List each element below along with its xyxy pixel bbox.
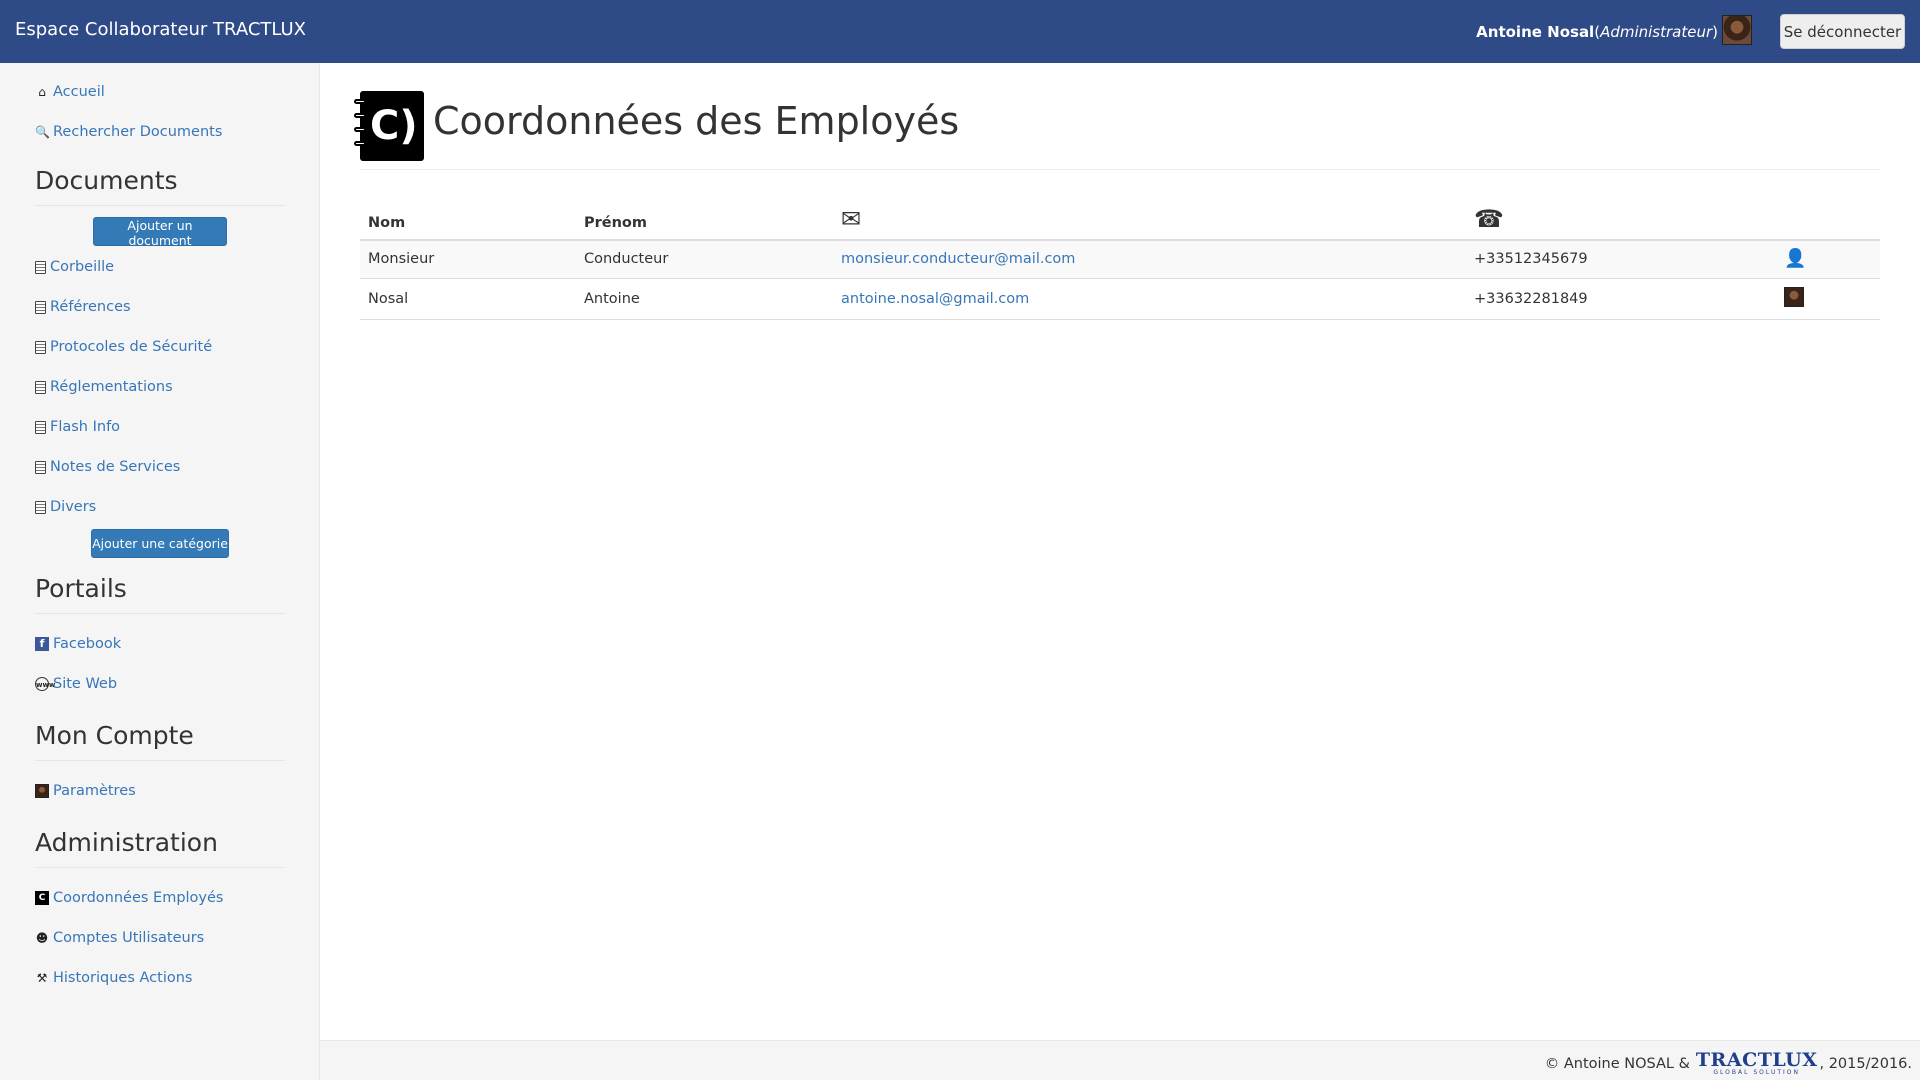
- cell-prenom: Antoine: [576, 278, 833, 320]
- cell-avatar: [1776, 278, 1880, 320]
- sidebar-item-label: Historiques Actions: [53, 970, 193, 986]
- sidebar-item-label: Notes de Services: [50, 459, 181, 475]
- sidebar-item-label: Site Web: [53, 676, 118, 692]
- table-row: Nosal Antoine antoine.nosal@gmail.com +3…: [360, 278, 1880, 320]
- column-header-phone[interactable]: ☎: [1466, 197, 1776, 241]
- sidebar-item-website[interactable]: www Site Web: [35, 674, 117, 694]
- contacts-book-icon: C): [354, 91, 424, 161]
- home-icon: ⌂: [38, 85, 46, 99]
- sidebar-item-action-history[interactable]: ⚒ Historiques Actions: [35, 968, 193, 988]
- sidebar-item-label: Coordonnées Employés: [53, 890, 224, 906]
- footer-prefix: © Antoine NOSAL &: [1544, 1055, 1690, 1072]
- sidebar-item-label: Rechercher Documents: [53, 124, 223, 140]
- document-icon: [35, 260, 46, 274]
- document-icon: [35, 500, 46, 514]
- document-icon: [35, 300, 46, 314]
- cell-avatar: 👤: [1776, 240, 1880, 279]
- cell-email: antoine.nosal@gmail.com: [833, 278, 1466, 320]
- current-user: Antoine Nosal ( Administrateur ): [1476, 15, 1752, 45]
- footer: © Antoine NOSAL & TRACTLUX GLOBAL SOLUTI…: [320, 1040, 1920, 1080]
- column-header-prenom[interactable]: Prénom: [576, 197, 833, 241]
- contacts-book-icon: C: [35, 891, 49, 905]
- sidebar-item-protocoles[interactable]: Protocoles de Sécurité: [35, 337, 212, 357]
- users-icon: ☻: [35, 931, 49, 945]
- sidebar-item-label: Flash Info: [50, 419, 121, 435]
- column-header-nom[interactable]: Nom: [360, 197, 576, 241]
- sidebar-item-flash-info[interactable]: Flash Info: [35, 417, 120, 437]
- avatar: [1722, 15, 1752, 45]
- document-icon: [35, 420, 46, 434]
- sidebar-item-user-accounts[interactable]: ☻ Comptes Utilisateurs: [35, 928, 205, 948]
- sidebar-item-label: Protocoles de Sécurité: [50, 339, 213, 355]
- logout-button[interactable]: Se déconnecter: [1780, 14, 1905, 49]
- sidebar-item-home[interactable]: ⌂ Accueil: [35, 82, 105, 102]
- facebook-icon: f: [35, 637, 49, 651]
- table-header-row: Nom Prénom ✉ ☎: [360, 197, 1880, 241]
- cell-phone: +33632281849: [1466, 278, 1776, 320]
- sidebar-item-settings[interactable]: Paramètres: [35, 781, 136, 801]
- sidebar-item-label: Accueil: [53, 84, 105, 100]
- user-role-close: ): [1712, 23, 1718, 41]
- user-role: Administrateur: [1600, 23, 1713, 41]
- sidebar-item-divers[interactable]: Divers: [35, 497, 96, 517]
- footer-copyright: © Antoine NOSAL & TRACTLUX GLOBAL SOLUTI…: [1545, 1051, 1912, 1076]
- top-navbar: Espace Collaborateur TRACTLUX Antoine No…: [0, 0, 1920, 63]
- add-document-button[interactable]: Ajouter un document: [93, 217, 227, 248]
- cell-email: monsieur.conducteur@mail.com: [833, 240, 1466, 279]
- tractlux-logo: TRACTLUX GLOBAL SOLUTION: [1695, 1049, 1818, 1076]
- sidebar-item-references[interactable]: Références: [35, 297, 131, 317]
- user-photo-icon: [35, 784, 49, 798]
- table-row: Monsieur Conducteur monsieur.conducteur@…: [360, 240, 1880, 279]
- sidebar-item-label: Divers: [50, 499, 97, 515]
- footer-suffix: , 2015/2016.: [1819, 1055, 1912, 1072]
- sidebar-item-label: Références: [50, 299, 131, 315]
- sidebar-item-label: Comptes Utilisateurs: [53, 930, 205, 946]
- sidebar-item-label: Réglementations: [50, 379, 173, 395]
- email-link[interactable]: monsieur.conducteur@mail.com: [841, 251, 1075, 267]
- sidebar-item-label: Paramètres: [53, 783, 136, 799]
- admin-heading: Administration: [35, 828, 285, 868]
- email-link[interactable]: antoine.nosal@gmail.com: [841, 291, 1029, 307]
- sidebar-item-employee-contacts[interactable]: C Coordonnées Employés: [35, 888, 223, 908]
- globe-icon: www: [35, 677, 55, 691]
- sidebar-item-corbeille[interactable]: Corbeille: [35, 257, 114, 277]
- document-icon: [35, 460, 46, 474]
- sidebar-item-label: Corbeille: [50, 259, 115, 275]
- cell-nom: Nosal: [360, 278, 576, 320]
- divider: [360, 169, 1880, 170]
- sidebar: ⌂ Accueil 🔍 Rechercher Documents Documen…: [0, 63, 320, 1080]
- document-icon: [35, 380, 46, 394]
- sidebar-item-facebook[interactable]: f Facebook: [35, 634, 121, 654]
- page-title: Coordonnées des Employés: [433, 99, 960, 143]
- phone-icon: ☎: [1474, 205, 1504, 233]
- sidebar-item-label: Facebook: [53, 636, 122, 652]
- cell-nom: Monsieur: [360, 240, 576, 279]
- envelope-icon: ✉: [841, 205, 862, 233]
- user-name: Antoine Nosal: [1476, 23, 1595, 41]
- avatar: [1784, 286, 1804, 307]
- search-document-icon: 🔍: [35, 125, 50, 139]
- cell-phone: +33512345679: [1466, 240, 1776, 279]
- sidebar-item-notes-services[interactable]: Notes de Services: [35, 457, 180, 477]
- user-silhouette-icon: 👤: [1784, 248, 1807, 270]
- hammer-icon: ⚒: [36, 971, 48, 985]
- sidebar-item-search-documents[interactable]: 🔍 Rechercher Documents: [35, 122, 222, 142]
- portals-heading: Portails: [35, 574, 285, 614]
- sidebar-item-reglementations[interactable]: Réglementations: [35, 377, 173, 397]
- brand-link[interactable]: Espace Collaborateur TRACTLUX: [15, 19, 306, 40]
- add-category-button[interactable]: Ajouter une catégorie: [91, 529, 229, 558]
- column-header-email[interactable]: ✉: [833, 197, 1466, 241]
- cell-prenom: Conducteur: [576, 240, 833, 279]
- column-header-avatar: [1776, 197, 1880, 241]
- account-heading: Mon Compte: [35, 721, 285, 761]
- employees-table: Nom Prénom ✉ ☎ Monsieur Conducteur monsi…: [360, 197, 1880, 320]
- documents-heading: Documents: [35, 166, 285, 206]
- document-icon: [35, 340, 46, 354]
